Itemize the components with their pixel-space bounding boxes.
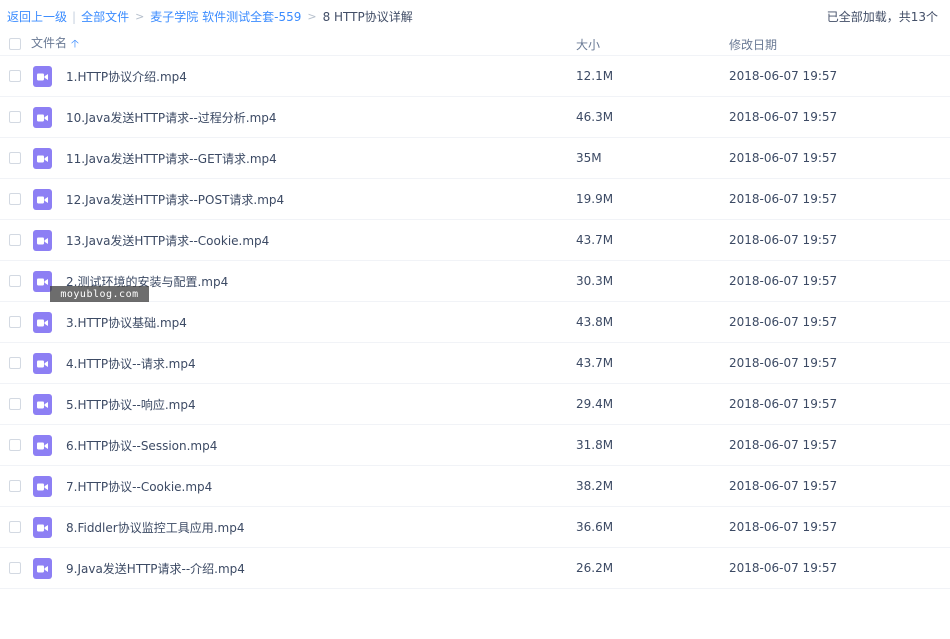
video-file-icon [33, 312, 52, 333]
video-file-icon [33, 189, 52, 210]
breadcrumb: 返回上一级 | 全部文件 > 麦子学院 软件测试全套-559 > 8 HTTP协… [7, 8, 413, 25]
column-name-label: 文件名 [31, 36, 68, 50]
row-checkbox[interactable] [9, 111, 21, 123]
row-checkbox[interactable] [9, 70, 21, 82]
file-row[interactable]: 7.HTTP协议--Cookie.mp4 38.2M 2018-06-07 19:5… [0, 466, 950, 507]
load-status: 已全部加载，共13个 [826, 10, 938, 24]
list-header: 文件名 🡡 大小 修改日期 [0, 33, 950, 56]
file-row[interactable]: 4.HTTP协议--请求.mp4 43.7M 2018-06-07 19:57 [0, 343, 950, 384]
video-file-icon [33, 435, 52, 456]
file-size: 46.3M [576, 110, 614, 124]
file-row[interactable]: 6.HTTP协议--Session.mp4 31.8M 2018-06-07 19:… [0, 425, 950, 466]
file-date: 2018-06-07 19:57 [729, 151, 838, 165]
row-checkbox[interactable] [9, 152, 21, 164]
file-date: 2018-06-07 19:57 [729, 561, 838, 575]
column-header-date[interactable]: 修改日期 [729, 36, 777, 53]
file-size: 31.8M [576, 438, 614, 452]
top-bar: 返回上一级 | 全部文件 > 麦子学院 软件测试全套-559 > 8 HTTP协… [0, 0, 950, 33]
file-date: 2018-06-07 19:57 [729, 233, 838, 247]
file-list: 1.HTTP协议介绍.mp4 12.1M 2018-06-07 19:57 10.Ja… [0, 56, 950, 589]
row-checkbox[interactable] [9, 234, 21, 246]
file-name[interactable]: 12.Java发送HTTP请求--POST请求.mp4 [66, 191, 284, 208]
file-size: 38.2M [576, 479, 614, 493]
file-date: 2018-06-07 19:57 [729, 192, 838, 206]
column-header-size[interactable]: 大小 [576, 36, 600, 53]
video-file-icon [33, 107, 52, 128]
video-file-icon [33, 230, 52, 251]
column-header-name[interactable]: 文件名 🡡 [31, 34, 79, 54]
file-name[interactable]: 13.Java发送HTTP请求--Cookie.mp4 [66, 232, 269, 249]
file-date: 2018-06-07 19:57 [729, 274, 838, 288]
file-row[interactable]: 12.Java发送HTTP请求--POST请求.mp4 19.9M 2018-06-… [0, 179, 950, 220]
file-row[interactable]: 13.Java发送HTTP请求--Cookie.mp4 43.7M 2018-06-… [0, 220, 950, 261]
file-size: 43.7M [576, 233, 614, 247]
file-name[interactable]: 3.HTTP协议基础.mp4 [66, 314, 187, 331]
video-file-icon [33, 148, 52, 169]
file-row[interactable]: 1.HTTP协议介绍.mp4 12.1M 2018-06-07 19:57 [0, 56, 950, 97]
file-size: 43.7M [576, 356, 614, 370]
file-size: 19.9M [576, 192, 614, 206]
file-size: 29.4M [576, 397, 614, 411]
video-file-icon [33, 353, 52, 374]
file-name[interactable]: 11.Java发送HTTP请求--GET请求.mp4 [66, 150, 277, 167]
file-row[interactable]: 3.HTTP协议基础.mp4 43.8M 2018-06-07 19:57 [0, 302, 950, 343]
file-name[interactable]: 4.HTTP协议--请求.mp4 [66, 355, 196, 372]
file-name[interactable]: 6.HTTP协议--Session.mp4 [66, 437, 217, 454]
video-file-icon [33, 558, 52, 579]
file-date: 2018-06-07 19:57 [729, 397, 838, 411]
file-date: 2018-06-07 19:57 [729, 315, 838, 329]
file-name[interactable]: 10.Java发送HTTP请求--过程分析.mp4 [66, 109, 277, 126]
file-date: 2018-06-07 19:57 [729, 520, 838, 534]
chevron-right-icon: > [135, 10, 145, 23]
file-row[interactable]: 8.Fiddler协议监控工具应用.mp4 36.6M 2018-06-07 19:… [0, 507, 950, 548]
row-checkbox[interactable] [9, 193, 21, 205]
video-file-icon [33, 476, 52, 497]
file-name[interactable]: 1.HTTP协议介绍.mp4 [66, 68, 187, 85]
video-file-icon [33, 517, 52, 538]
file-size: 35M [576, 151, 602, 165]
row-checkbox[interactable] [9, 562, 21, 574]
file-row[interactable]: 5.HTTP协议--响应.mp4 29.4M 2018-06-07 19:57 [0, 384, 950, 425]
video-file-icon [33, 394, 52, 415]
back-link[interactable]: 返回上一级 [7, 8, 67, 25]
row-checkbox[interactable] [9, 357, 21, 369]
row-checkbox[interactable] [9, 316, 21, 328]
file-name[interactable]: 9.Java发送HTTP请求--介绍.mp4 [66, 560, 245, 577]
file-size: 30.3M [576, 274, 614, 288]
video-file-icon [33, 66, 52, 87]
breadcrumb-separator: | [72, 9, 77, 24]
file-size: 12.1M [576, 69, 614, 83]
row-checkbox[interactable] [9, 480, 21, 492]
file-name[interactable]: 7.HTTP协议--Cookie.mp4 [66, 478, 212, 495]
file-row[interactable]: 10.Java发送HTTP请求--过程分析.mp4 46.3M 2018-06-07… [0, 97, 950, 138]
row-checkbox[interactable] [9, 398, 21, 410]
file-name[interactable]: 5.HTTP协议--响应.mp4 [66, 396, 196, 413]
sort-up-arrow-icon[interactable]: 🡡 [71, 37, 79, 50]
file-size: 26.2M [576, 561, 614, 575]
file-size: 43.8M [576, 315, 614, 329]
row-checkbox[interactable] [9, 439, 21, 451]
file-date: 2018-06-07 19:57 [729, 356, 838, 370]
select-all-checkbox[interactable] [9, 38, 21, 50]
file-date: 2018-06-07 19:57 [729, 69, 838, 83]
file-size: 36.6M [576, 520, 614, 534]
row-checkbox[interactable] [9, 521, 21, 533]
file-row[interactable]: 11.Java发送HTTP请求--GET请求.mp4 35M 2018-06-07 … [0, 138, 950, 179]
file-row[interactable]: 9.Java发送HTTP请求--介绍.mp4 26.2M 2018-06-07 19… [0, 548, 950, 589]
file-name[interactable]: 8.Fiddler协议监控工具应用.mp4 [66, 519, 244, 536]
current-folder: 8 HTTP协议详解 [322, 10, 413, 24]
folder-link[interactable]: 麦子学院 软件测试全套-559 [150, 8, 301, 25]
row-checkbox[interactable] [9, 275, 21, 287]
file-date: 2018-06-07 19:57 [729, 438, 838, 452]
chevron-right-icon: > [307, 10, 317, 23]
watermark: moyublog.com [50, 286, 149, 302]
file-date: 2018-06-07 19:57 [729, 479, 838, 493]
file-date: 2018-06-07 19:57 [729, 110, 838, 124]
all-files-link[interactable]: 全部文件 [81, 8, 129, 25]
